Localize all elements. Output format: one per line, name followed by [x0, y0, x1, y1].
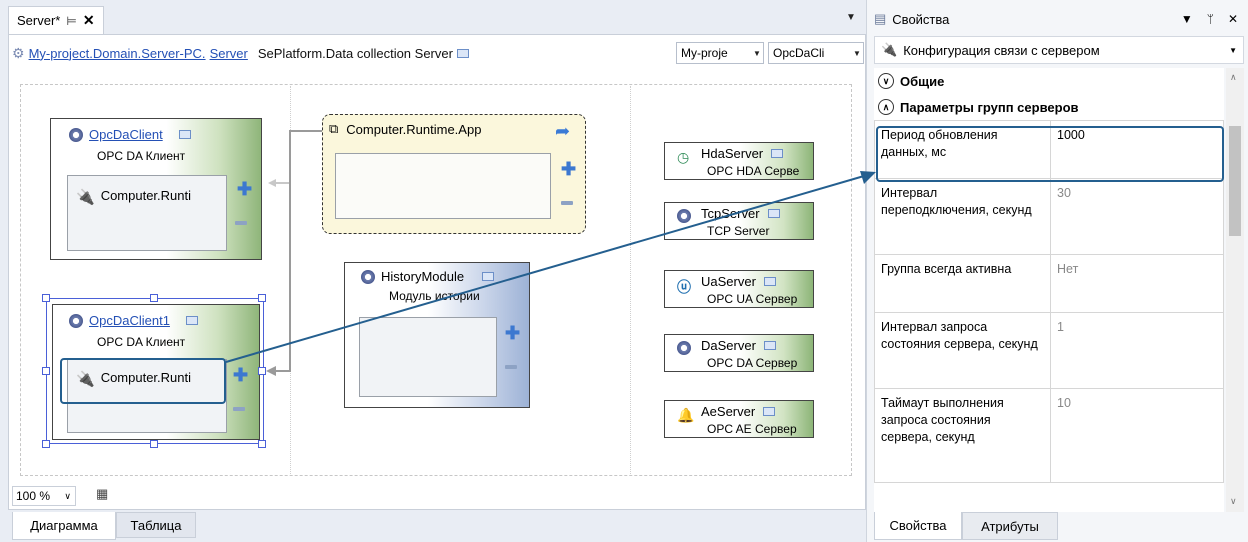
annotation-arrow	[225, 171, 876, 363]
arrow-line	[225, 175, 865, 363]
arrowhead	[860, 171, 876, 184]
